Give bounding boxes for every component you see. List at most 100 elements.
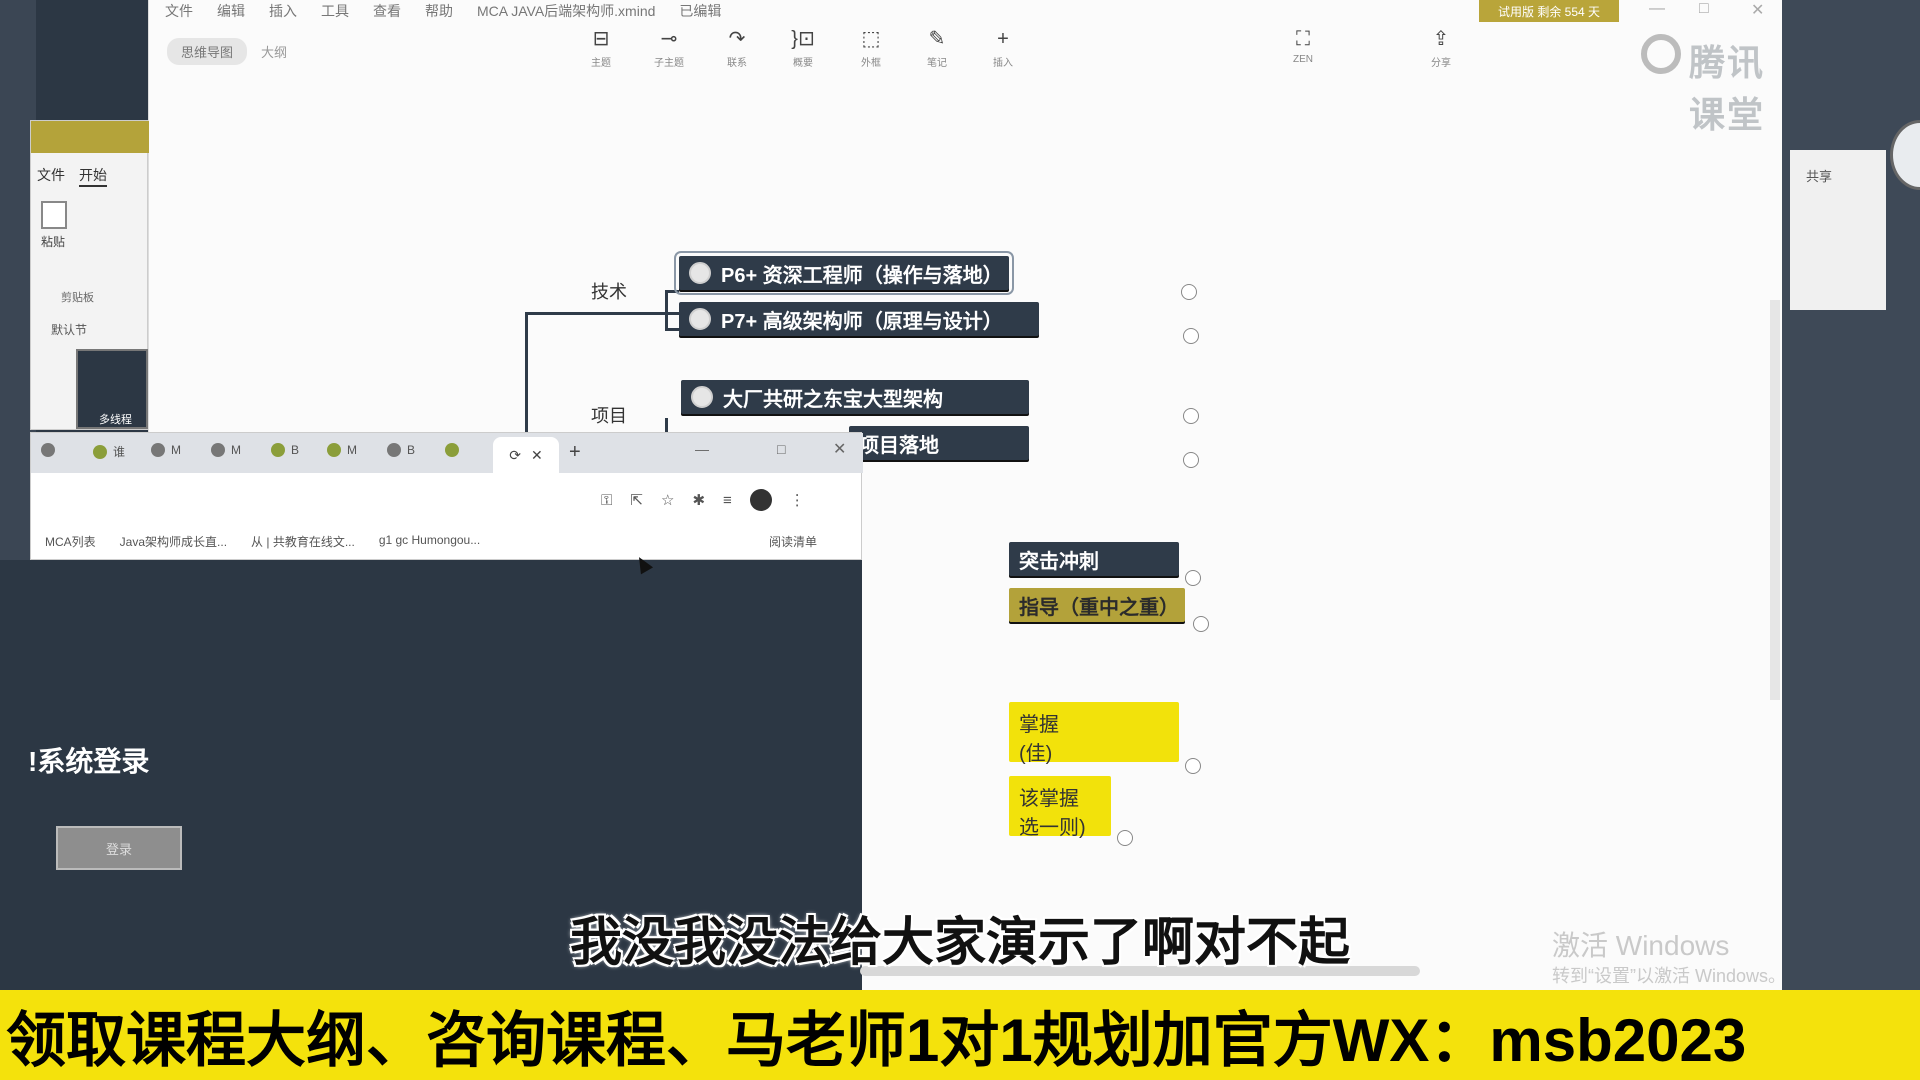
collapse-toggle[interactable] (1183, 328, 1199, 344)
browser-tab[interactable]: 谁 (93, 443, 125, 460)
collapse-toggle[interactable] (1183, 452, 1199, 468)
node-guidance-label: 指导（重中之重） (1019, 596, 1179, 619)
globe-icon (151, 443, 165, 457)
more-icon[interactable]: ⋮ (790, 491, 805, 509)
menu-help[interactable]: 帮助 (425, 1, 453, 21)
plus-icon: + (997, 28, 1009, 50)
ppt-paste-button[interactable]: 粘贴 (41, 201, 67, 250)
node-p7[interactable]: P7+ 高级架构师（原理与设计） (679, 302, 1039, 336)
note-button[interactable]: ✎ 笔记 (909, 26, 965, 69)
browser-tab-label: 谁 (113, 445, 126, 459)
node-project-landing[interactable]: 项目落地 (849, 426, 1029, 460)
browser-tab[interactable]: M (211, 443, 241, 457)
branch-tech[interactable]: 技术 (591, 278, 627, 304)
reading-list[interactable]: 阅读清单 (769, 533, 817, 550)
node-p7-label: P7+ 高级架构师（原理与设计） (721, 310, 1003, 333)
menu-view[interactable]: 查看 (373, 1, 401, 21)
share-button[interactable]: ⇪ 分享 (1413, 26, 1469, 69)
minimize-button[interactable]: — (1649, 0, 1665, 18)
globe-icon (387, 443, 401, 457)
menu-edit[interactable]: 编辑 (217, 1, 245, 21)
browser-tab[interactable]: M (327, 443, 357, 457)
clipboard-icon (41, 201, 67, 229)
node-master[interactable]: 掌握 (佳) (1009, 702, 1179, 765)
browser-tab-label: B (407, 443, 416, 457)
collapse-toggle[interactable] (1185, 570, 1201, 586)
tech-bracket-bottom (665, 328, 679, 331)
ppt-clipboard-group: 剪贴板 (61, 292, 94, 304)
browser-tab[interactable]: M (151, 443, 181, 457)
right-panel (1790, 150, 1886, 310)
browser-active-tab[interactable]: ⟳ ✕ (493, 437, 559, 473)
close-button[interactable]: ✕ (1751, 0, 1764, 20)
collapse-toggle[interactable] (1181, 284, 1197, 300)
ppt-section[interactable]: 默认节 (51, 321, 87, 338)
profile-avatar[interactable] (749, 489, 772, 511)
insert-button[interactable]: + 插入 (975, 26, 1031, 69)
insert-label: 插入 (993, 58, 1013, 69)
browser-tab[interactable] (445, 443, 459, 457)
browser-toolbar-icons: ⚿ ⇱ ☆ ✱ ≡ ⋮ (601, 489, 805, 511)
ppt-tab-file[interactable]: 文件 (37, 165, 65, 187)
bookmark-item[interactable]: g1 gc Humongou... (379, 533, 480, 550)
tab-outline[interactable]: 大纲 (261, 42, 287, 61)
browser-tab[interactable]: B (271, 443, 299, 457)
ppt-slide-label: 多线程 (99, 414, 132, 426)
node-guidance[interactable]: 指导（重中之重） (1009, 588, 1185, 622)
ppt-tab-home[interactable]: 开始 (79, 165, 107, 187)
new-tab-button[interactable]: + (569, 441, 581, 464)
bookmark-item[interactable]: Java架构师成长直... (120, 533, 227, 550)
media-icon[interactable]: ≡ (723, 492, 732, 509)
branch-project[interactable]: 项目 (591, 402, 627, 428)
relationship-button[interactable]: ↷ 联系 (709, 26, 765, 69)
vertical-scrollbar[interactable] (1770, 300, 1780, 700)
tech-bracket (665, 290, 668, 330)
browser-close-icon[interactable]: ✕ (833, 439, 846, 459)
node-dachang-label: 大厂共研之东宝大型架构 (723, 388, 943, 411)
browser-window: 谁 M M B M B ⟳ ✕ + — □ ✕ ⚿ ⇱ ☆ ✱ ≡ ⋮ MCA列… (30, 432, 863, 560)
ppt-titlebar (31, 121, 149, 153)
bookmark-item[interactable]: MCA列表 (45, 533, 96, 550)
zen-button[interactable]: ⛶ ZEN (1275, 26, 1331, 65)
node-p6-label: P6+ 资深工程师（操作与落地） (721, 264, 1003, 287)
close-tab-icon[interactable]: ✕ (531, 447, 543, 464)
login-button[interactable]: 登录 (56, 826, 182, 870)
node-sprint[interactable]: 突击冲刺 (1009, 542, 1179, 576)
menu-file[interactable]: 文件 (165, 1, 193, 21)
share-icon[interactable]: ⇱ (630, 491, 643, 509)
collapse-toggle[interactable] (1193, 616, 1209, 632)
collapse-toggle[interactable] (1183, 408, 1199, 424)
share-link[interactable]: 共享 (1806, 166, 1832, 185)
node-should-master[interactable]: 该掌握 选一则) (1009, 776, 1111, 839)
summary-button[interactable]: }⊡ 概要 (775, 26, 831, 69)
site-icon (93, 444, 107, 459)
collapse-toggle[interactable] (1117, 830, 1133, 846)
browser-tab[interactable]: B (387, 443, 415, 457)
topic-icon: ⊟ (592, 28, 610, 50)
star-icon[interactable]: ☆ (661, 491, 674, 509)
maximize-button[interactable]: □ (1699, 0, 1709, 18)
boundary-button[interactable]: ⬚ 外框 (843, 26, 899, 69)
topic-button[interactable]: ⊟ 主题 (573, 26, 629, 69)
browser-maximize-icon[interactable]: □ (777, 441, 785, 457)
loading-icon: ⟳ (509, 446, 521, 463)
topic-label: 主题 (591, 58, 611, 69)
trial-badge[interactable]: 试用版 剩余 554 天 (1479, 0, 1619, 22)
tab-mindmap[interactable]: 思维导图 (167, 38, 248, 65)
menu-tools[interactable]: 工具 (321, 1, 349, 21)
extensions-icon[interactable]: ✱ (692, 491, 705, 509)
collapse-toggle[interactable] (1185, 758, 1201, 774)
node-project-landing-label: 项目落地 (859, 434, 939, 457)
menu-insert[interactable]: 插入 (269, 1, 297, 21)
node-dachang[interactable]: 大厂共研之东宝大型架构 (681, 380, 1029, 414)
tencent-classroom-logo-icon (1641, 34, 1681, 74)
bookmark-item[interactable]: 从 | 共教育在线文... (251, 533, 355, 550)
browser-tab[interactable] (41, 443, 55, 457)
video-subtitle: 我没我没法给大家演示了啊对不起 (569, 914, 1350, 972)
summary-label: 概要 (793, 58, 813, 69)
key-icon[interactable]: ⚿ (601, 492, 612, 509)
subtopic-button[interactable]: ⊸ 子主题 (641, 26, 697, 69)
browser-minimize-icon[interactable]: — (695, 441, 709, 457)
brand-watermark: 腾讯课堂 (1689, 42, 1766, 135)
node-p6[interactable]: P6+ 资深工程师（操作与落地） (674, 251, 1014, 295)
